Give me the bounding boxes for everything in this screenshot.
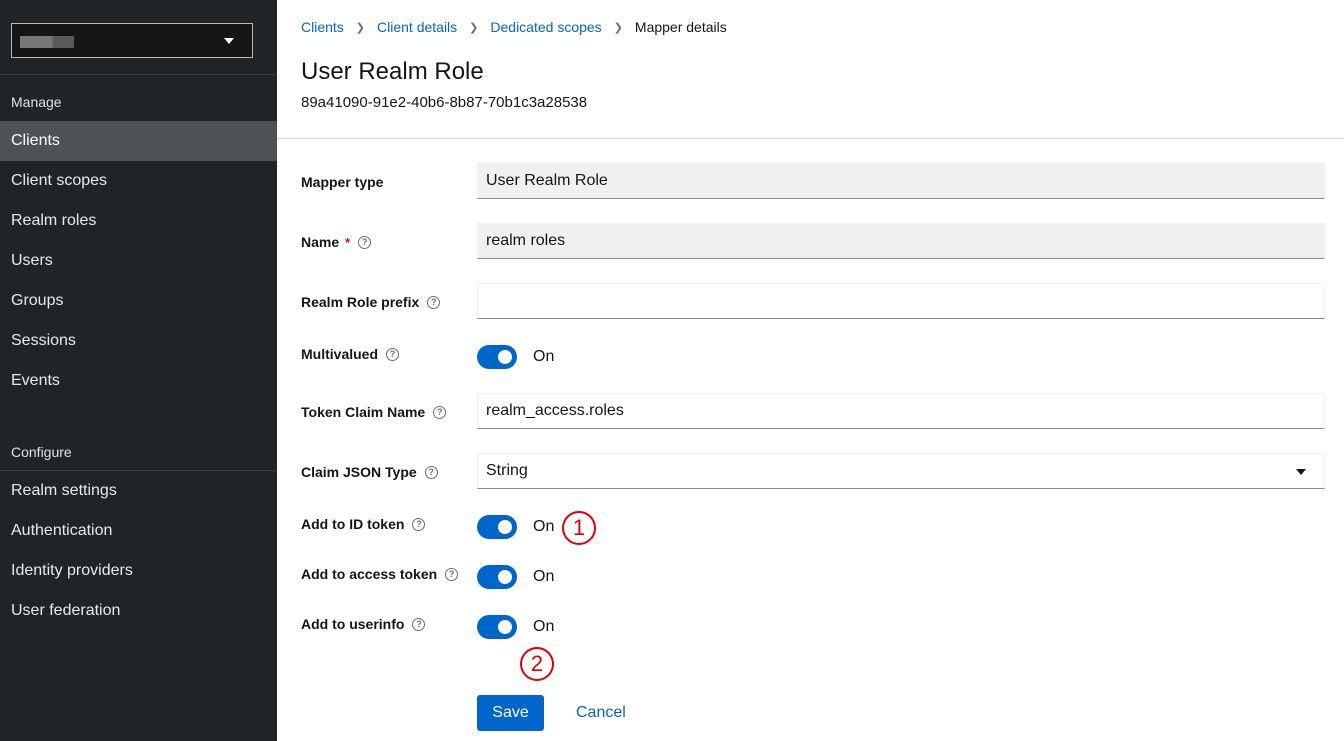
claim-json-type-value: String xyxy=(486,462,528,479)
help-icon[interactable]: ? xyxy=(386,347,400,361)
sidebar-item-sessions[interactable]: Sessions xyxy=(0,321,277,361)
save-button[interactable]: Save xyxy=(477,695,544,731)
sidebar-item-groups[interactable]: Groups xyxy=(0,281,277,321)
add-to-access-token-state: On xyxy=(533,568,555,585)
breadcrumb-current: Mapper details xyxy=(634,19,727,35)
add-to-id-token-label-text: Add to ID token xyxy=(301,516,405,532)
mapper-type-field: User Realm Role xyxy=(477,163,1325,199)
sidebar: Manage Clients Client scopes Realm roles… xyxy=(0,0,277,741)
sidebar-item-realm-settings[interactable]: Realm settings xyxy=(0,471,277,511)
help-icon[interactable]: ? xyxy=(433,405,447,419)
claim-json-type-label-text: Claim JSON Type xyxy=(301,464,417,480)
sidebar-item-events[interactable]: Events xyxy=(0,361,277,401)
name-field: realm roles xyxy=(477,223,1325,259)
name-label-text: Name xyxy=(301,234,340,250)
help-icon[interactable]: ? xyxy=(412,617,426,631)
header-divider xyxy=(277,138,1344,139)
add-to-id-token-label: Add to ID token ? xyxy=(301,516,426,532)
sidebar-item-users[interactable]: Users xyxy=(0,241,277,281)
chevron-right-icon: ❯ xyxy=(613,21,623,34)
help-icon[interactable]: ? xyxy=(412,517,426,531)
add-to-id-token-toggle[interactable] xyxy=(477,515,517,539)
cancel-button[interactable]: Cancel xyxy=(564,695,638,731)
add-to-userinfo-toggle[interactable] xyxy=(477,615,517,639)
realm-role-prefix-label: Realm Role prefix ? xyxy=(301,294,441,310)
main-content: Clients ❯ Client details ❯ Dedicated sco… xyxy=(277,0,1344,741)
realm-role-prefix-input[interactable] xyxy=(477,283,1325,319)
breadcrumb-client-details[interactable]: Client details xyxy=(377,19,457,35)
chevron-right-icon: ❯ xyxy=(469,21,479,34)
sidebar-item-identity-providers[interactable]: Identity providers xyxy=(0,551,277,591)
token-claim-name-label: Token Claim Name ? xyxy=(301,404,447,420)
help-icon[interactable]: ? xyxy=(358,235,372,249)
mapper-type-label: Mapper type xyxy=(301,174,383,190)
sidebar-item-authentication[interactable]: Authentication xyxy=(0,511,277,551)
help-icon[interactable]: ? xyxy=(424,465,438,479)
add-to-userinfo-label: Add to userinfo ? xyxy=(301,616,426,632)
name-label: Name * ? xyxy=(301,234,372,250)
claim-json-type-label: Claim JSON Type ? xyxy=(301,464,438,480)
multivalued-state: On xyxy=(533,348,555,365)
multivalued-label-text: Multivalued xyxy=(301,346,379,362)
help-icon[interactable]: ? xyxy=(427,295,441,309)
realm-role-prefix-label-text: Realm Role prefix xyxy=(301,294,420,310)
sidebar-item-client-scopes[interactable]: Client scopes xyxy=(0,161,277,201)
help-icon[interactable]: ? xyxy=(445,567,459,581)
caret-down-icon xyxy=(1296,469,1306,475)
sidebar-section-manage: Manage xyxy=(11,94,62,110)
sidebar-item-realm-roles[interactable]: Realm roles xyxy=(0,201,277,241)
token-claim-name-input[interactable]: realm_access.roles xyxy=(477,393,1325,429)
add-to-access-token-toggle[interactable] xyxy=(477,565,517,589)
mapper-type-label-text: Mapper type xyxy=(301,174,384,190)
sidebar-item-clients[interactable]: Clients xyxy=(0,121,277,161)
breadcrumb: Clients ❯ Client details ❯ Dedicated sco… xyxy=(301,19,727,35)
multivalued-label: Multivalued ? xyxy=(301,346,400,362)
multivalued-toggle[interactable] xyxy=(477,345,517,369)
sidebar-section-configure: Configure xyxy=(11,444,72,460)
token-claim-name-label-text: Token Claim Name xyxy=(301,404,426,420)
mapper-id: 89a41090-91e2-40b6-8b87-70b1c3a28538 xyxy=(301,94,588,111)
annotation-marker-1: 1 xyxy=(562,511,596,545)
add-to-userinfo-label-text: Add to userinfo xyxy=(301,616,405,632)
realm-name-redacted xyxy=(20,36,74,48)
claim-json-type-select[interactable]: String xyxy=(477,453,1325,489)
annotation-marker-2: 2 xyxy=(520,647,554,681)
chevron-right-icon: ❯ xyxy=(355,21,366,34)
add-to-access-token-label-text: Add to access token xyxy=(301,566,438,582)
add-to-access-token-label: Add to access token ? xyxy=(301,566,459,582)
breadcrumb-dedicated-scopes[interactable]: Dedicated scopes xyxy=(490,19,601,35)
breadcrumb-clients[interactable]: Clients xyxy=(301,19,344,35)
required-asterisk: * xyxy=(345,234,351,250)
sidebar-item-user-federation[interactable]: User federation xyxy=(0,591,277,631)
caret-down-icon xyxy=(224,38,234,44)
add-to-userinfo-state: On xyxy=(533,618,555,635)
realm-selector[interactable] xyxy=(11,23,253,58)
page-title: User Realm Role xyxy=(301,58,484,85)
sidebar-divider xyxy=(0,74,277,75)
add-to-id-token-state: On xyxy=(533,518,555,535)
